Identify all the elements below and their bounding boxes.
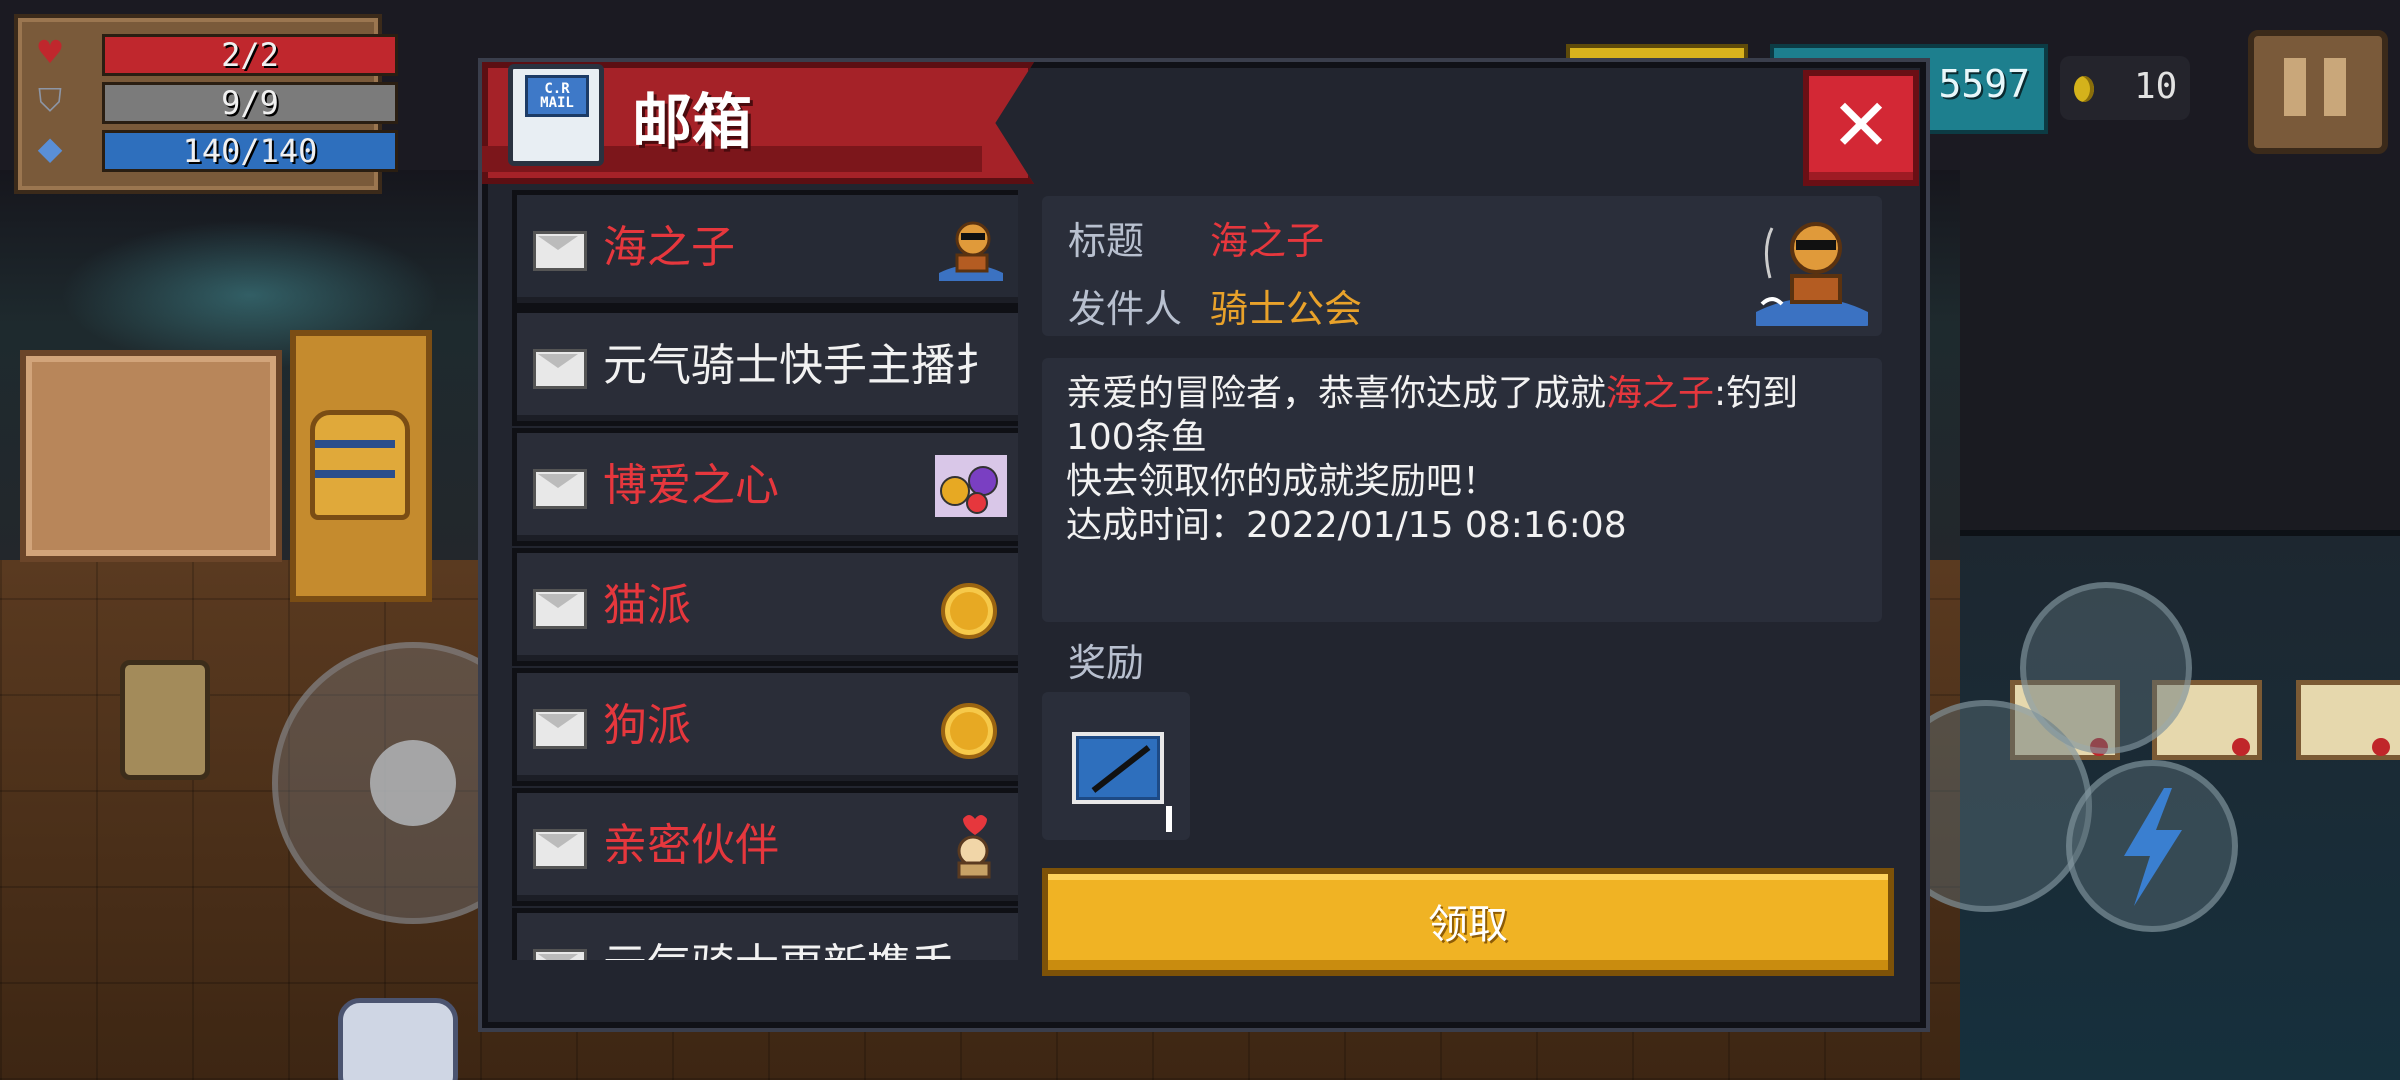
sender-label: 发件人 <box>1068 287 1183 331</box>
envelope-icon <box>533 949 587 960</box>
gold-coin-icon <box>941 583 997 639</box>
mail-logo-icon: C.R MAIL <box>508 64 604 166</box>
mail-item[interactable]: 元气骑士更新携手 <box>512 908 1018 960</box>
envelope-icon <box>533 589 587 629</box>
mail-item[interactable]: 海之子 <box>512 190 1018 308</box>
fisher-monkey-icon <box>939 221 1003 281</box>
statue-stripe <box>315 470 395 478</box>
body-highlight-achievement: 海之子 <box>1606 373 1715 414</box>
egyptian-tablet <box>20 350 282 562</box>
envelope-icon <box>533 469 587 509</box>
body-text-timestamp: 达成时间：2022/01/15 08:16:08 <box>1066 505 1627 546</box>
fisher-monkey-icon <box>1756 222 1868 326</box>
armor-bar: 9/9 <box>102 82 398 124</box>
heart-icon: ♥ <box>35 33 65 71</box>
mail-item[interactable]: 猫派 <box>512 548 1018 666</box>
coin-icon <box>2074 76 2094 102</box>
diamond-icon: ◆ <box>37 129 63 167</box>
npc-character[interactable] <box>120 660 210 780</box>
envelope-icon <box>533 349 587 389</box>
lightning-icon <box>2124 788 2182 906</box>
body-text-intro: 亲爱的冒险者，恭喜你达成了成就 <box>1066 373 1607 414</box>
board-seal <box>2372 738 2390 756</box>
reward-label: 奖励 <box>1068 641 1145 685</box>
close-icon: ✕ <box>1830 83 1892 167</box>
mail-item[interactable]: 博爱之心 <box>512 428 1018 546</box>
body-text-claim-prompt: 快去领取你的成就奖励吧！ <box>1066 461 1499 502</box>
mail-item-label: 元气骑士更新携手 <box>603 939 955 960</box>
sender-value: 骑士公会 <box>1210 287 1363 331</box>
close-button[interactable]: ✕ <box>1803 70 1919 186</box>
pause-icon <box>2284 58 2306 116</box>
claim-button[interactable]: 领取 <box>1042 868 1894 976</box>
mail-item[interactable]: 元气骑士快手主播扌 <box>512 308 1018 426</box>
mail-body-text: 亲爱的冒险者，恭喜你达成了成就海之子:钓到100条鱼 快去领取你的成就奖励吧！ … <box>1066 372 1866 548</box>
statue-stripe <box>315 440 395 448</box>
fishing-rod-icon <box>1072 732 1164 804</box>
reward-count-mark <box>1166 806 1172 832</box>
mail-logo-text: C.R MAIL <box>540 81 574 111</box>
pets-group-icon <box>935 455 1007 517</box>
health-text: 2/2 <box>221 36 279 74</box>
right-room-wall <box>1960 170 2400 530</box>
mail-body-panel: 亲爱的冒险者，恭喜你达成了成就海之子:钓到100条鱼 快去领取你的成就奖励吧！ … <box>1042 358 1882 622</box>
pause-icon <box>2324 58 2346 116</box>
reward-slot[interactable] <box>1042 692 1190 840</box>
shield-icon: ⛉ <box>37 81 62 119</box>
coin-counter: 10 <box>2060 56 2190 120</box>
companion-icon <box>957 815 991 879</box>
fishing-rod-shaft <box>1091 745 1151 793</box>
mail-item[interactable]: 狗派 <box>512 668 1018 786</box>
mail-item-label: 元气骑士快手主播扌 <box>603 340 999 391</box>
player-stats-panel: ♥ 2/2 ⛉ 9/9 ◆ 140/140 <box>14 14 398 194</box>
mail-item-label: 亲密伙伴 <box>603 820 779 871</box>
gold-coin-icon <box>941 703 997 759</box>
energy-text: 140/140 <box>182 132 318 170</box>
armor-row: ⛉ 9/9 <box>32 80 398 124</box>
mail-item-label: 狗派 <box>603 700 691 751</box>
mail-item-label: 猫派 <box>603 580 691 631</box>
pause-button[interactable] <box>2248 30 2388 154</box>
envelope-icon <box>533 829 587 869</box>
mail-logo-badge: C.R MAIL <box>525 75 589 117</box>
mail-item[interactable]: 亲密伙伴 <box>512 788 1018 906</box>
weapon-switch-button[interactable] <box>2020 582 2192 754</box>
energy-row: ◆ 140/140 <box>32 128 398 172</box>
envelope-icon <box>533 231 587 271</box>
health-bar: 2/2 <box>102 34 398 76</box>
envelope-icon <box>533 709 587 749</box>
health-row: ♥ 2/2 <box>32 32 398 76</box>
mail-item-label: 博爱之心 <box>603 460 779 511</box>
title-value: 海之子 <box>1210 219 1325 263</box>
title-label: 标题 <box>1068 219 1145 263</box>
pharaoh-statue <box>310 410 410 520</box>
claim-button-label: 领取 <box>1428 902 1508 948</box>
wolf-pet <box>338 998 458 1080</box>
mail-item-label: 海之子 <box>603 222 735 273</box>
joystick-knob[interactable] <box>370 740 456 826</box>
skill-button[interactable] <box>2066 760 2238 932</box>
board-seal <box>2232 738 2250 756</box>
armor-text: 9/9 <box>221 84 279 122</box>
gems-value: 5597 <box>1938 62 2030 106</box>
coin-value: 10 <box>2134 66 2178 107</box>
mail-list[interactable]: 海之子 元气骑士快手主播扌 博爱之心 猫派 狗派 亲密伙伴 <box>510 190 1018 960</box>
mailbox-title: 邮箱 <box>632 88 752 158</box>
energy-bar: 140/140 <box>102 130 398 172</box>
